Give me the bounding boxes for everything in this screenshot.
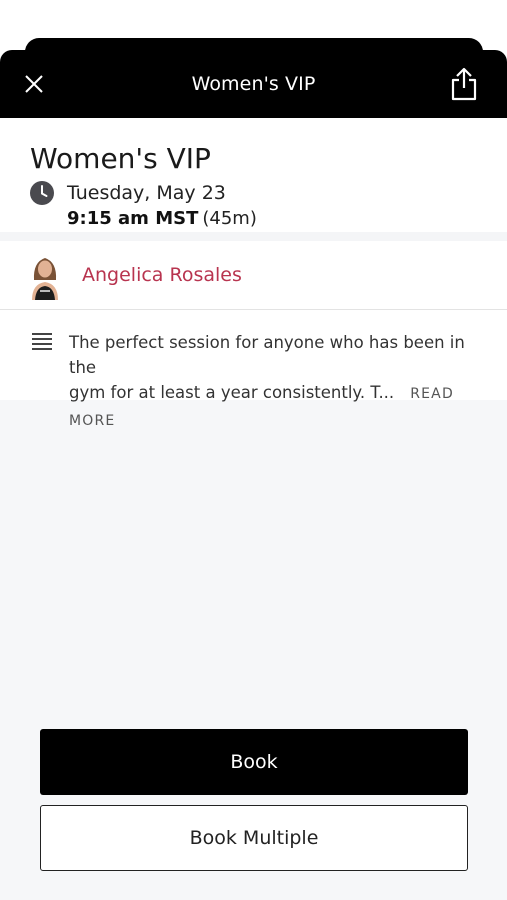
instructor-avatar [24, 250, 66, 300]
share-icon [451, 67, 477, 101]
clock-icon [30, 181, 54, 205]
time-row: 9:15 am MST (45m) [67, 208, 507, 229]
share-button[interactable] [449, 66, 479, 102]
description-line-2: gym for at least a year consistently. T.… [69, 380, 487, 434]
header-title: Women's VIP [191, 73, 316, 95]
book-multiple-button[interactable]: Book Multiple [40, 805, 468, 871]
section-divider [0, 232, 507, 241]
close-icon [25, 75, 43, 93]
class-time: 9:15 am MST [67, 208, 199, 229]
instructor-name[interactable]: Angelica Rosales [82, 264, 242, 286]
description-line-1: The perfect session for anyone who has b… [69, 333, 465, 377]
description-lines-icon [32, 333, 52, 350]
close-button[interactable] [20, 70, 48, 98]
description-text: The perfect session for anyone who has b… [69, 330, 487, 434]
modal-header: Women's VIP [0, 50, 507, 118]
class-duration: (45m) [202, 208, 257, 229]
class-summary: Women's VIP Tuesday, May 23 9:15 am MST … [0, 118, 507, 232]
description-line-2-text: gym for at least a year consistently. T.… [69, 383, 395, 402]
book-button[interactable]: Book [40, 729, 468, 795]
date-row: Tuesday, May 23 [30, 181, 507, 205]
description-section: The perfect session for anyone who has b… [0, 310, 507, 429]
class-date: Tuesday, May 23 [67, 182, 226, 204]
class-title: Women's VIP [30, 142, 211, 175]
instructor-row[interactable]: Angelica Rosales [0, 241, 507, 310]
